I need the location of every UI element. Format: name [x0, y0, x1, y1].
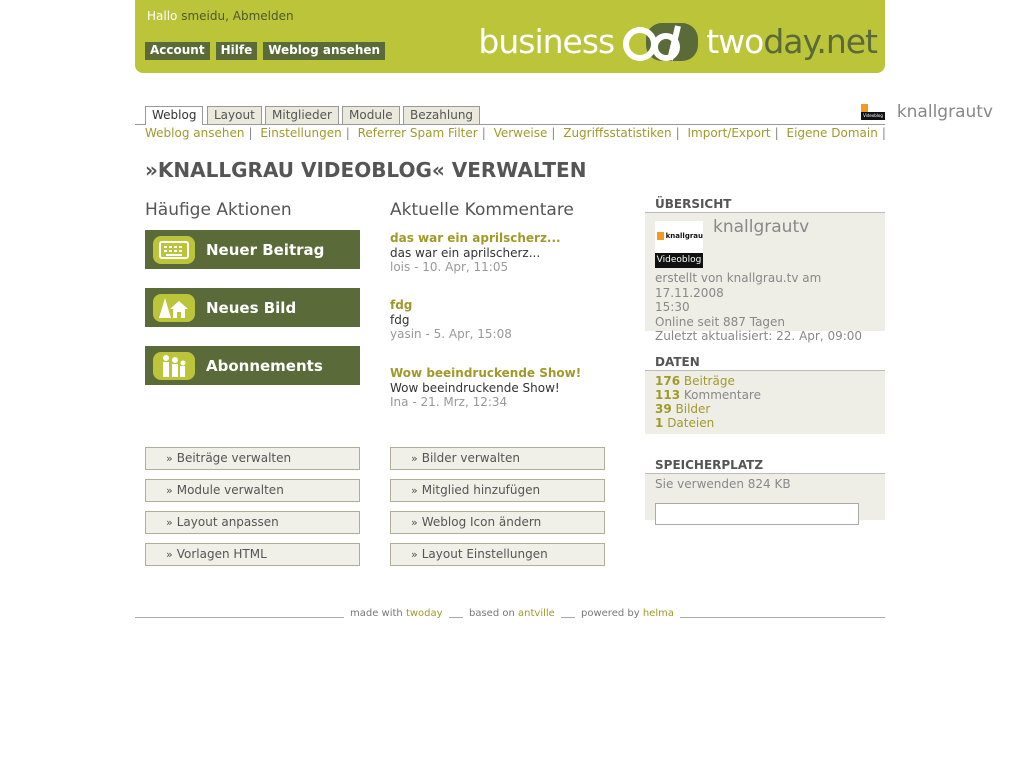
new-image-label: Neues Bild [206, 298, 297, 317]
logo-twoday: twoday.net [706, 22, 878, 61]
help-button[interactable]: Hilfe [215, 42, 258, 60]
manage-images-button[interactable]: » Bilder verwalten [390, 447, 605, 470]
new-post-label: Neuer Beitrag [206, 240, 325, 259]
comment-meta: lois - 10. Apr, 11:05 [390, 260, 509, 274]
comment-body: Wow beeindruckende Show! [390, 380, 560, 395]
view-weblog-button[interactable]: Weblog ansehen [263, 42, 386, 60]
storage-text: Sie verwenden 824 KB [655, 477, 791, 491]
new-image-button[interactable]: Neues Bild [145, 288, 360, 327]
blog-icon-small[interactable]: Videoblog [861, 104, 885, 122]
blog-name: knallgrautv [713, 217, 810, 237]
subnav-zugriffsstatistiken[interactable]: Zugriffsstatistiken [563, 126, 671, 140]
new-post-button[interactable]: Neuer Beitrag [145, 230, 360, 269]
stat-posts[interactable]: 176 Beiträge [655, 374, 875, 388]
typewriter-icon [153, 235, 195, 264]
stat-files[interactable]: 1 Dateien [655, 416, 875, 430]
comment-body: das war ein aprilscherz... [390, 245, 541, 260]
comments-title: Aktuelle Kommentare [390, 200, 574, 220]
stat-images[interactable]: 39 Bilder [655, 402, 875, 416]
subnav-import-export[interactable]: Import/Export [687, 126, 770, 140]
username-link[interactable]: smeidu [181, 9, 225, 23]
actions-title: Häufige Aktionen [145, 200, 292, 220]
header: Hallo smeidu, Abmelden Account Hilfe Web… [135, 0, 885, 73]
storage-title: SPEICHERPLATZ [655, 458, 764, 472]
footer-made-with: made with twoday [344, 608, 449, 619]
change-weblog-icon-button[interactable]: » Weblog Icon ändern [390, 511, 605, 534]
twoday-link[interactable]: twoday [406, 608, 443, 619]
tab-layout[interactable]: Layout [207, 106, 262, 124]
footer-powered-by: powered by helma [575, 608, 680, 619]
comment-body: fdg [390, 312, 410, 327]
storage-progress-bar [655, 503, 859, 525]
sub-nav: Weblog ansehen | Einstellungen | Referrer … [145, 126, 886, 140]
manage-modules-button[interactable]: » Module verwalten [145, 479, 360, 502]
logo-mark-icon [623, 23, 699, 61]
layout-settings-button[interactable]: » Layout Einstellungen [390, 543, 605, 566]
subnav-verweise[interactable]: Verweise [494, 126, 548, 140]
logo-business: business [478, 22, 615, 61]
tab-bar: Weblog Layout Mitglieder Module Bezahlun… [135, 106, 885, 125]
data-title: DATEN [655, 355, 700, 369]
subscriptions-label: Abonnements [206, 356, 323, 375]
subnav-weblog-ansehen[interactable]: Weblog ansehen [145, 126, 244, 140]
comment-item: Wow beeindruckende Show! Wow beeindrucke… [390, 366, 630, 410]
comment-meta: Ina - 21. Mrz, 12:34 [390, 395, 508, 409]
overview-box: knallgrau Videoblog knallgrautv erstellt… [645, 212, 885, 343]
comment-title-link[interactable]: Wow beeindruckende Show! [390, 366, 581, 380]
twoday-logo[interactable]: business twoday.net [478, 20, 878, 64]
tab-weblog[interactable]: Weblog [145, 106, 204, 125]
account-button[interactable]: Account [145, 42, 210, 60]
subscriptions-button[interactable]: Abonnements [145, 346, 360, 385]
blog-icon[interactable]: knallgrau Videoblog [655, 221, 703, 268]
footer-based-on: based on antville [463, 608, 561, 619]
overview-title: ÜBERSICHT [655, 197, 732, 211]
adjust-layout-button[interactable]: » Layout anpassen [145, 511, 360, 534]
greeting: Hallo smeidu, Abmelden [147, 9, 294, 23]
comment-item: das war ein aprilscherz... das war ein a… [390, 231, 630, 275]
tab-bezahlung[interactable]: Bezahlung [403, 106, 481, 124]
tab-mitglieder[interactable]: Mitglieder [265, 106, 339, 124]
data-box: 176 Beiträge 113 Kommentare 39 Bilder 1 … [645, 370, 885, 434]
helma-link[interactable]: helma [643, 608, 674, 619]
people-icon [153, 351, 195, 380]
subnav-eigene-domain[interactable]: Eigene Domain [787, 126, 878, 140]
comment-title-link[interactable]: fdg [390, 298, 412, 312]
blog-name-header: knallgrautv [896, 102, 993, 122]
logout-link[interactable]: Abmelden [233, 9, 294, 23]
page-title: »KNALLGRAU VIDEOBLOG« VERWALTEN [145, 158, 587, 182]
footer: made with twoday based on antville power… [135, 608, 885, 622]
subnav-referrer-spam-filter[interactable]: Referrer Spam Filter [358, 126, 478, 140]
add-member-button[interactable]: » Mitglied hinzufügen [390, 479, 605, 502]
stat-comments[interactable]: 113 Kommentare [655, 388, 875, 402]
greeting-hallo: Hallo [147, 9, 178, 23]
html-templates-button[interactable]: » Vorlagen HTML [145, 543, 360, 566]
storage-box: Sie verwenden 824 KB [645, 473, 885, 525]
subnav-einstellungen[interactable]: Einstellungen [260, 126, 341, 140]
antville-link[interactable]: antville [518, 608, 555, 619]
comment-meta: yasin - 5. Apr, 15:08 [390, 327, 512, 341]
landscape-icon [153, 293, 195, 322]
overview-details: erstellt von knallgrau.tv am 17.11.2008 … [655, 271, 863, 343]
comment-item: fdg fdg yasin - 5. Apr, 15:08 [390, 298, 630, 342]
top-nav: Account Hilfe Weblog ansehen [145, 42, 386, 60]
tab-module[interactable]: Module [342, 106, 400, 124]
manage-posts-button[interactable]: » Beiträge verwalten [145, 447, 360, 470]
comment-title-link[interactable]: das war ein aprilscherz... [390, 231, 561, 245]
